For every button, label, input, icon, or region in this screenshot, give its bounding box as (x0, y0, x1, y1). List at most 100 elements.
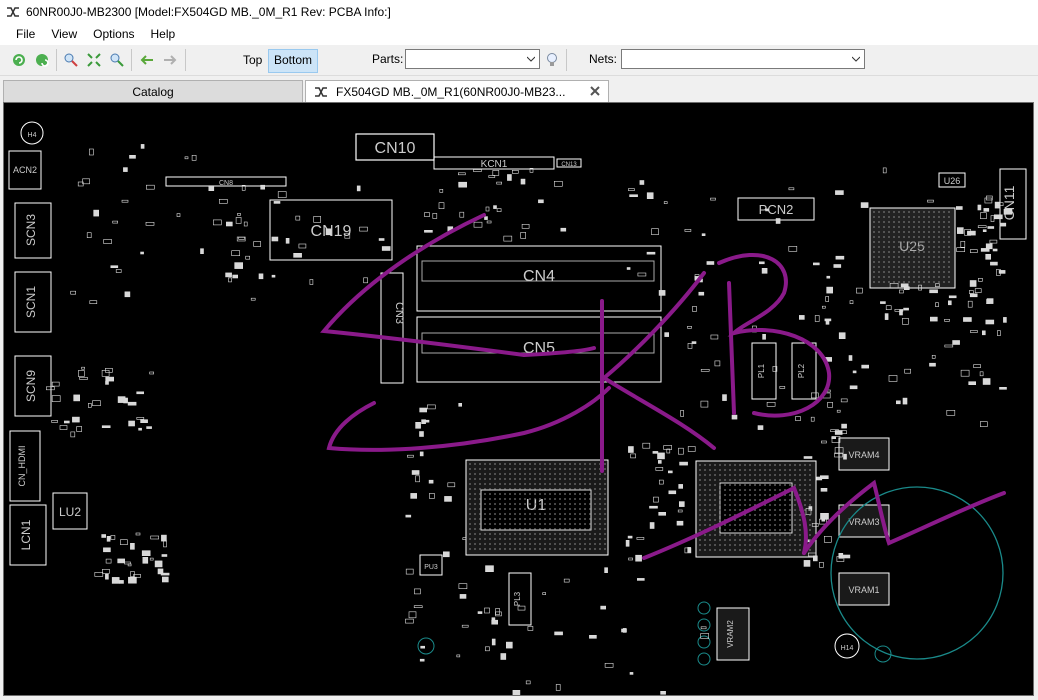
bga-ball (754, 534, 756, 536)
bga-ball (479, 493, 481, 495)
parts-combo[interactable] (405, 49, 540, 69)
comp-label-U25: U25 (899, 238, 925, 254)
bga-ball (529, 488, 531, 490)
zoom-out-icon[interactable] (107, 50, 127, 70)
bga-ball (948, 266, 950, 268)
bga-ball (878, 216, 880, 218)
bga-ball (739, 494, 741, 496)
nets-combo[interactable] (621, 49, 865, 69)
pcb-layout[interactable]: CN10 KCN1 CN13 CN8 CN19 CN4 CN5 CN3 (4, 103, 1034, 696)
bga-ball (873, 221, 875, 223)
close-icon[interactable] (588, 84, 602, 98)
forward-arrow-icon[interactable] (160, 50, 180, 70)
smd-part (973, 364, 981, 368)
bga-ball (789, 504, 791, 506)
smd-part (213, 219, 222, 226)
bga-ball (893, 251, 895, 253)
bga-ball (913, 281, 915, 283)
bga-ball (479, 528, 481, 530)
smd-part (980, 212, 987, 219)
menu-help[interactable]: Help (143, 24, 184, 45)
bottom-side-button[interactable]: Bottom (268, 49, 319, 73)
fit-icon[interactable] (84, 50, 104, 70)
smd-part (625, 539, 630, 547)
bga-ball (714, 519, 716, 521)
bga-ball (479, 473, 481, 475)
bga-ball (938, 246, 940, 248)
bga-ball (544, 503, 546, 505)
refresh-icon[interactable] (9, 50, 29, 70)
zoom-in-icon[interactable] (61, 50, 81, 70)
bga-ball (729, 529, 731, 531)
bga-ball (908, 266, 910, 268)
bga-ball (534, 493, 536, 495)
bga-ball (749, 499, 751, 501)
bga-ball (898, 251, 900, 253)
bga-ball (489, 463, 491, 465)
bga-ball (594, 528, 596, 530)
bga-ball (534, 463, 536, 465)
bga-ball (918, 281, 920, 283)
smd-part (511, 170, 519, 174)
bga-ball (928, 236, 930, 238)
smd-part (929, 362, 936, 367)
bga-ball (589, 518, 591, 520)
bga-ball (704, 544, 706, 546)
back-arrow-icon[interactable] (137, 50, 157, 70)
smd-part (977, 225, 987, 228)
bga-ball (794, 504, 796, 506)
smd-part (88, 403, 92, 408)
redo-icon[interactable] (32, 50, 52, 70)
bga-ball (509, 483, 511, 485)
smd-part (70, 290, 76, 295)
bga-ball (938, 261, 940, 263)
tab-board[interactable]: FX504GD MB._0M_R1(60NR00J0-MB23... (305, 80, 609, 102)
bga-ball (724, 489, 726, 491)
smd-part (835, 255, 845, 260)
bga-ball (898, 266, 900, 268)
bga-ball (594, 538, 596, 540)
smd-part (359, 226, 368, 232)
bga-ball (928, 221, 930, 223)
bga-ball (559, 493, 561, 495)
bga-ball (779, 484, 781, 486)
lightbulb-icon[interactable] (542, 50, 562, 70)
smd-part (731, 414, 738, 420)
smd-part (111, 577, 120, 584)
bga-ball (579, 483, 581, 485)
tab-catalog[interactable]: Catalog (3, 80, 303, 102)
bga-ball (489, 483, 491, 485)
top-side-button[interactable]: Top (238, 49, 267, 71)
bga-ball (759, 489, 761, 491)
bga-ball (699, 499, 701, 501)
smd-part (982, 229, 987, 232)
menu-file[interactable]: File (8, 24, 43, 45)
bga-ball (544, 468, 546, 470)
smd-part (554, 631, 563, 636)
bga-ball (564, 463, 566, 465)
smd-part (228, 277, 232, 283)
bga-ball (903, 216, 905, 218)
smd-part (835, 190, 844, 195)
bga-ball (589, 513, 591, 515)
bga-ball (574, 473, 576, 475)
menu-view[interactable]: View (43, 24, 85, 45)
board-view-icon (6, 5, 20, 19)
comp-label-LU2: LU2 (59, 505, 81, 519)
bga-ball (749, 479, 751, 481)
smd-part (140, 419, 148, 424)
bga-ball (888, 246, 890, 248)
bga-ball (943, 271, 945, 273)
smd-part (488, 175, 496, 178)
menu-options[interactable]: Options (85, 24, 142, 45)
bga-ball (709, 484, 711, 486)
board-canvas[interactable]: CN10 KCN1 CN13 CN8 CN19 CN4 CN5 CN3 (3, 102, 1034, 696)
smd-part (998, 270, 1006, 274)
smd-part (271, 274, 276, 278)
bga-ball (554, 473, 556, 475)
smd-part (486, 220, 492, 224)
bga-ball (534, 498, 536, 500)
bga-ball (794, 474, 796, 476)
smd-part (838, 332, 846, 339)
bga-ball (549, 518, 551, 520)
